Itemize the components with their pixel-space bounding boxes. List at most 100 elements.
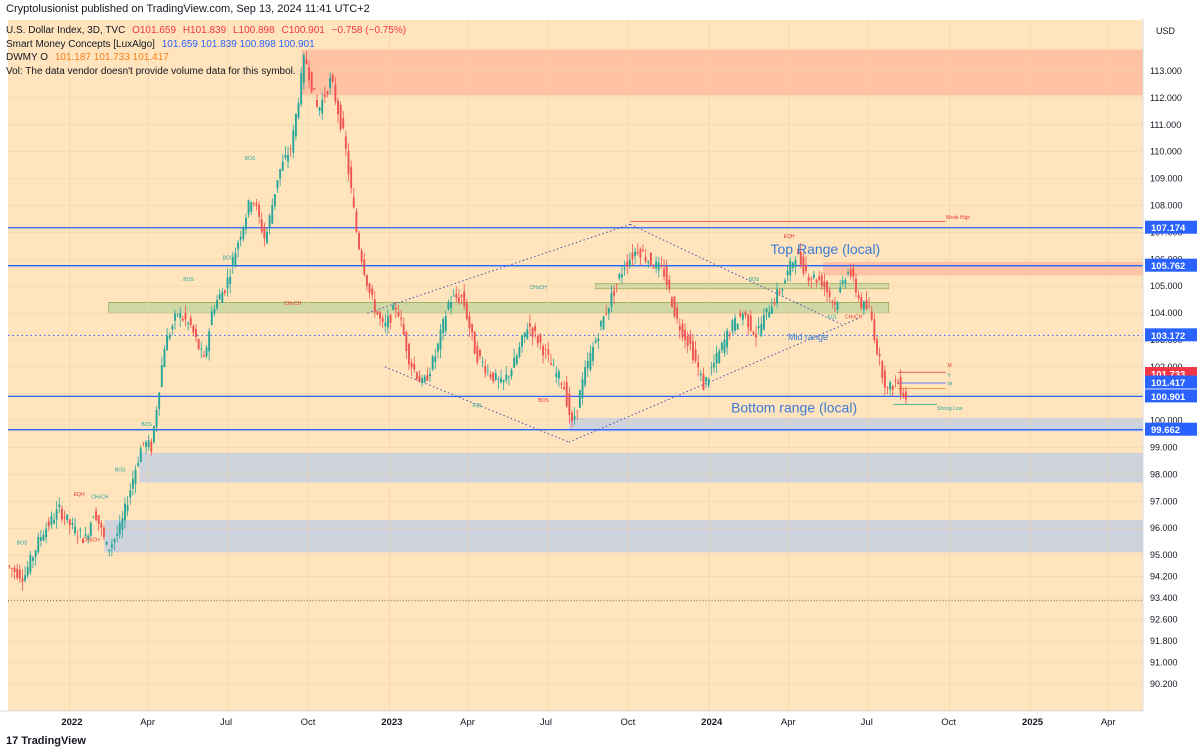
candle-body bbox=[689, 334, 692, 344]
candle bbox=[673, 295, 676, 319]
smc-label: EQL bbox=[473, 403, 483, 409]
candle-body bbox=[24, 575, 27, 581]
candle-body bbox=[197, 339, 200, 350]
time-tick-label: Jul bbox=[540, 717, 552, 728]
candle-body bbox=[460, 294, 463, 297]
candle-body bbox=[621, 274, 623, 278]
candle-body bbox=[639, 248, 642, 258]
candle-body bbox=[423, 376, 426, 382]
range-annotation: Top Range (local) bbox=[771, 241, 881, 257]
candle-body bbox=[242, 226, 245, 239]
candle-body bbox=[134, 469, 137, 485]
candle-body bbox=[550, 363, 552, 365]
range-annotation: Mid range bbox=[788, 332, 828, 342]
price-tick-label: 98.000 bbox=[1150, 469, 1178, 479]
candle-body bbox=[810, 278, 813, 280]
candle-body bbox=[208, 331, 211, 352]
level-tag: 105.762 bbox=[1145, 258, 1197, 272]
tradingview-logo[interactable]: 17 TradingView bbox=[6, 731, 86, 751]
candle-body bbox=[773, 302, 776, 304]
candle-body bbox=[431, 356, 434, 370]
dwmy-indicator-label[interactable]: DWMY O bbox=[6, 52, 48, 63]
candle-body bbox=[26, 567, 29, 576]
price-tick-label: 95.000 bbox=[1150, 550, 1178, 560]
dwmy-indicator-values: 101.187 101.733 101.417 bbox=[54, 52, 169, 63]
candle-body bbox=[786, 270, 789, 276]
zones-layer bbox=[8, 20, 1144, 711]
candle-body bbox=[794, 260, 797, 267]
candle-body bbox=[158, 392, 161, 409]
tv-logo-icon: 17 bbox=[6, 735, 22, 747]
candle-body bbox=[852, 268, 855, 277]
candle-body bbox=[450, 301, 452, 309]
price-axis[interactable]: USD 90.200 91.000 91.800 92.600 93.400 94.200 9… bbox=[1142, 18, 1200, 731]
level-tag-text: 100.901 bbox=[1151, 392, 1186, 403]
level-tag: 107.174 bbox=[1145, 220, 1197, 234]
candle-body bbox=[187, 322, 190, 325]
legend-row-smc[interactable]: Smart Money Concepts [LuxAlgo] 101.659 1… bbox=[6, 38, 410, 52]
candle-body bbox=[50, 515, 53, 525]
candle-body bbox=[279, 169, 282, 179]
price-tick-label: 96.000 bbox=[1150, 523, 1178, 533]
candle-body bbox=[765, 308, 768, 313]
candle-body bbox=[13, 567, 16, 572]
candle bbox=[152, 425, 155, 444]
candle-body bbox=[883, 370, 886, 388]
legend-row-dwmy[interactable]: DWMY O 101.187 101.733 101.417 bbox=[6, 51, 410, 65]
candle-body bbox=[513, 357, 516, 368]
candle-body bbox=[142, 442, 145, 444]
candle-body bbox=[297, 103, 300, 118]
smc-label: CHoCH bbox=[284, 301, 302, 307]
candle-body bbox=[873, 319, 876, 341]
candle-body bbox=[644, 256, 647, 261]
candle-body bbox=[610, 292, 613, 307]
smc-label: W bbox=[948, 382, 953, 388]
time-axis[interactable]: 2022 Apr Jul Oct 2023 Apr Jul Oct 2024 Apr Jul Oct 2… bbox=[0, 710, 1200, 731]
candle-body bbox=[45, 528, 48, 538]
candle-body bbox=[105, 541, 108, 545]
price-tick-label: 113.000 bbox=[1150, 66, 1182, 76]
candle-body bbox=[839, 287, 842, 293]
candle-body bbox=[271, 205, 274, 224]
candle-body bbox=[847, 272, 850, 274]
demand-zone-95 bbox=[104, 520, 1143, 553]
candle-body bbox=[557, 371, 560, 379]
candle-body bbox=[602, 316, 605, 330]
candle-body bbox=[368, 283, 371, 293]
symbol-title[interactable]: U.S. Dollar Index, 3D, TVC bbox=[6, 25, 125, 36]
candle-body bbox=[321, 99, 324, 114]
legend-row-symbol[interactable]: U.S. Dollar Index, 3D, TVC O101.659 H101… bbox=[6, 24, 410, 38]
candle-body bbox=[841, 280, 844, 284]
price-tag: 101.417 bbox=[1145, 375, 1197, 389]
candle-body bbox=[163, 349, 166, 368]
candle-body bbox=[876, 339, 878, 354]
candlestick-chart[interactable]: Top Range (local) Mid range Bottom range (… bbox=[0, 18, 1200, 731]
price-tick-label: 92.600 bbox=[1150, 615, 1178, 625]
candle-body bbox=[139, 448, 142, 463]
level-tag-text: 99.662 bbox=[1151, 425, 1180, 436]
candle-body bbox=[870, 311, 873, 320]
candle-body bbox=[392, 304, 395, 310]
candle-body bbox=[216, 300, 218, 309]
candle-body bbox=[678, 326, 681, 331]
candle-body bbox=[734, 317, 736, 331]
candle-body bbox=[505, 374, 508, 381]
candle-body bbox=[74, 526, 76, 534]
smc-label: Weak High bbox=[946, 215, 971, 221]
candle-body bbox=[631, 252, 634, 260]
time-tick-label: Apr bbox=[460, 717, 475, 728]
candle-body bbox=[342, 118, 345, 128]
candle-body bbox=[828, 290, 831, 297]
smc-label: BOS bbox=[245, 156, 256, 162]
candle-body bbox=[350, 166, 353, 189]
candle-body bbox=[823, 281, 826, 288]
candle-body bbox=[889, 382, 892, 390]
time-tick-label: Oct bbox=[621, 717, 636, 728]
candle-body bbox=[202, 355, 205, 357]
candle-body bbox=[536, 335, 539, 344]
candle-body bbox=[684, 329, 687, 340]
close-value: C100.901 bbox=[281, 25, 325, 36]
candle-body bbox=[273, 194, 276, 207]
smc-indicator-label[interactable]: Smart Money Concepts [LuxAlgo] bbox=[6, 39, 155, 50]
candle-body bbox=[768, 312, 771, 318]
